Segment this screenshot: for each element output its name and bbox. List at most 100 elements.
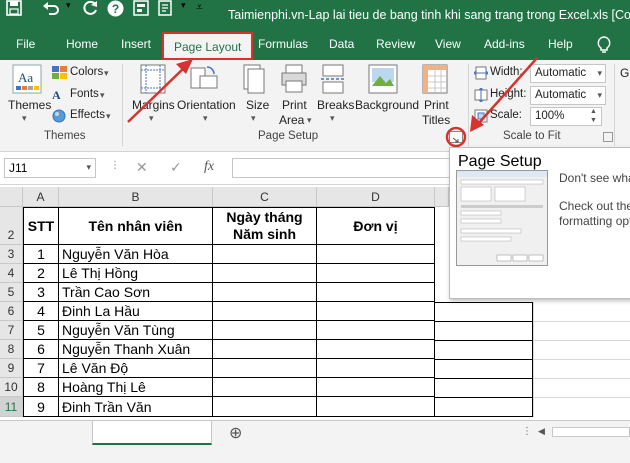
print-area-button-line1[interactable]: Print [282, 98, 307, 112]
breaks-dropdown-icon[interactable]: ▾ [330, 113, 335, 124]
themes-button[interactable]: Themes [8, 98, 51, 112]
cell-unit[interactable] [317, 321, 435, 340]
horizontal-scrollbar[interactable] [552, 427, 630, 437]
lightbulb-icon[interactable] [597, 36, 611, 54]
cell-name[interactable]: Đinh Trần Văn [59, 397, 213, 417]
cell-stt[interactable]: 9 [24, 397, 59, 417]
size-icon[interactable] [243, 64, 265, 94]
cell-stt[interactable]: 2 [24, 264, 59, 283]
themes-dropdown-icon[interactable]: ▾ [22, 113, 27, 124]
add-sheet-icon[interactable]: ⊕ [229, 423, 242, 443]
colors-dropdown-icon[interactable]: ▾ [104, 68, 109, 79]
header-stt[interactable]: STT [24, 208, 59, 245]
sheet-icon[interactable] [158, 0, 182, 21]
height-select[interactable]: Automatic ▾ [530, 86, 606, 105]
cell-stt[interactable]: 8 [24, 378, 59, 397]
background-icon[interactable] [368, 64, 398, 94]
cell-stt[interactable]: 5 [24, 321, 59, 340]
cell-dob[interactable] [213, 302, 317, 321]
fonts-button[interactable]: Fonts [70, 88, 99, 100]
margins-icon[interactable] [140, 64, 166, 94]
cell-dob[interactable] [213, 264, 317, 283]
cell-unit[interactable] [317, 397, 435, 417]
orientation-dropdown-icon[interactable]: ▾ [203, 113, 208, 124]
margins-button[interactable]: Margins [132, 98, 175, 112]
sheet-dropdown-icon[interactable]: ▾ [181, 0, 191, 11]
cell-unit[interactable] [317, 359, 435, 378]
cell-dob[interactable] [213, 340, 317, 359]
cell-unit[interactable] [317, 283, 435, 302]
select-all-corner[interactable] [0, 187, 23, 207]
horizontal-split-icon[interactable]: ⋮ [522, 426, 532, 437]
print-titles-button-line2[interactable]: Titles [422, 113, 450, 127]
tab-insert[interactable]: Insert [121, 37, 151, 51]
breaks-icon[interactable] [320, 64, 346, 94]
cell-stt[interactable]: 7 [24, 359, 59, 378]
cell-unit[interactable] [317, 340, 435, 359]
sheet-tab-active[interactable] [92, 421, 212, 445]
cell-dob[interactable] [213, 321, 317, 340]
cell-dob[interactable] [213, 397, 317, 417]
cell-stt[interactable]: 4 [24, 302, 59, 321]
size-button[interactable]: Size [246, 98, 269, 112]
help-icon[interactable]: ? [107, 0, 127, 22]
cell-name[interactable]: Nguyễn Văn Tùng [59, 321, 213, 340]
cell-name[interactable]: Đinh La Hầu [59, 302, 213, 321]
undo-dropdown-icon[interactable]: ▾ [66, 0, 76, 11]
cell-name[interactable]: Nguyễn Văn Hòa [59, 245, 213, 264]
cell-name[interactable]: Hoàng Thị Lê [59, 378, 213, 397]
width-select[interactable]: Automatic ▾ [530, 64, 606, 83]
column-header-a[interactable]: A [23, 187, 59, 207]
tab-review[interactable]: Review [376, 37, 415, 51]
formula-input[interactable] [232, 158, 452, 178]
page-setup-dialog-launcher-icon[interactable] [449, 131, 463, 143]
column-header-d[interactable]: D [317, 187, 435, 207]
cell-name[interactable]: Lê Văn Độ [59, 359, 213, 378]
cell-dob[interactable] [213, 283, 317, 302]
scale-dialog-launcher-icon[interactable] [603, 132, 613, 142]
enter-icon[interactable]: ✓ [170, 159, 182, 176]
row-header-11[interactable]: 11 [0, 397, 23, 417]
cell-unit[interactable] [317, 378, 435, 397]
row-header-4[interactable]: 4 [0, 264, 23, 283]
effects-dropdown-icon[interactable]: ▾ [106, 111, 111, 122]
row-header-10[interactable]: 10 [0, 378, 23, 397]
print-area-dropdown-icon[interactable]: ▾ [307, 115, 312, 126]
cancel-icon[interactable]: ✕ [136, 159, 148, 176]
insert-function-icon[interactable]: fx [204, 159, 214, 175]
cell-unit[interactable] [317, 264, 435, 283]
row-header-7[interactable]: 7 [0, 321, 23, 340]
scroll-left-icon[interactable]: ◀ [538, 426, 545, 437]
column-header-b[interactable]: B [59, 187, 213, 207]
row-header-6[interactable]: 6 [0, 302, 23, 321]
cell-name[interactable]: Lê Thị Hồng [59, 264, 213, 283]
scale-spinner-icon[interactable]: ▲ ▼ [590, 107, 597, 125]
print-area-icon[interactable] [281, 64, 307, 94]
customize-icon[interactable]: ⩡ [196, 0, 214, 15]
row-header-3[interactable]: 3 [0, 245, 23, 264]
header-name[interactable]: Tên nhân viên [59, 208, 213, 245]
column-header-e[interactable] [435, 187, 449, 207]
colors-button[interactable]: Colors [70, 66, 103, 78]
orientation-button[interactable]: Orientation [177, 98, 236, 112]
tab-add-ins[interactable]: Add-ins [484, 37, 525, 51]
tab-data[interactable]: Data [329, 37, 354, 51]
cell-stt[interactable]: 6 [24, 340, 59, 359]
header-unit[interactable]: Đơn vị [317, 208, 435, 245]
tab-file[interactable]: File [16, 37, 35, 51]
cell-stt[interactable]: 3 [24, 283, 59, 302]
cell-unit[interactable] [317, 302, 435, 321]
column-header-c[interactable]: C [213, 187, 317, 207]
orientation-icon[interactable] [190, 64, 218, 94]
margins-dropdown-icon[interactable]: ▾ [149, 113, 154, 124]
print-titles-button-line1[interactable]: Print [424, 98, 449, 112]
print-area-button-line2[interactable]: Area [279, 113, 304, 127]
print-titles-icon[interactable] [422, 64, 448, 94]
cell-stt[interactable]: 1 [24, 245, 59, 264]
fonts-dropdown-icon[interactable]: ▾ [100, 90, 105, 101]
cell-dob[interactable] [213, 378, 317, 397]
name-box[interactable]: J11 ▾ [4, 158, 96, 178]
background-button[interactable]: Background [355, 98, 419, 112]
effects-button[interactable]: Effects [70, 109, 105, 121]
cell-unit[interactable] [317, 245, 435, 264]
